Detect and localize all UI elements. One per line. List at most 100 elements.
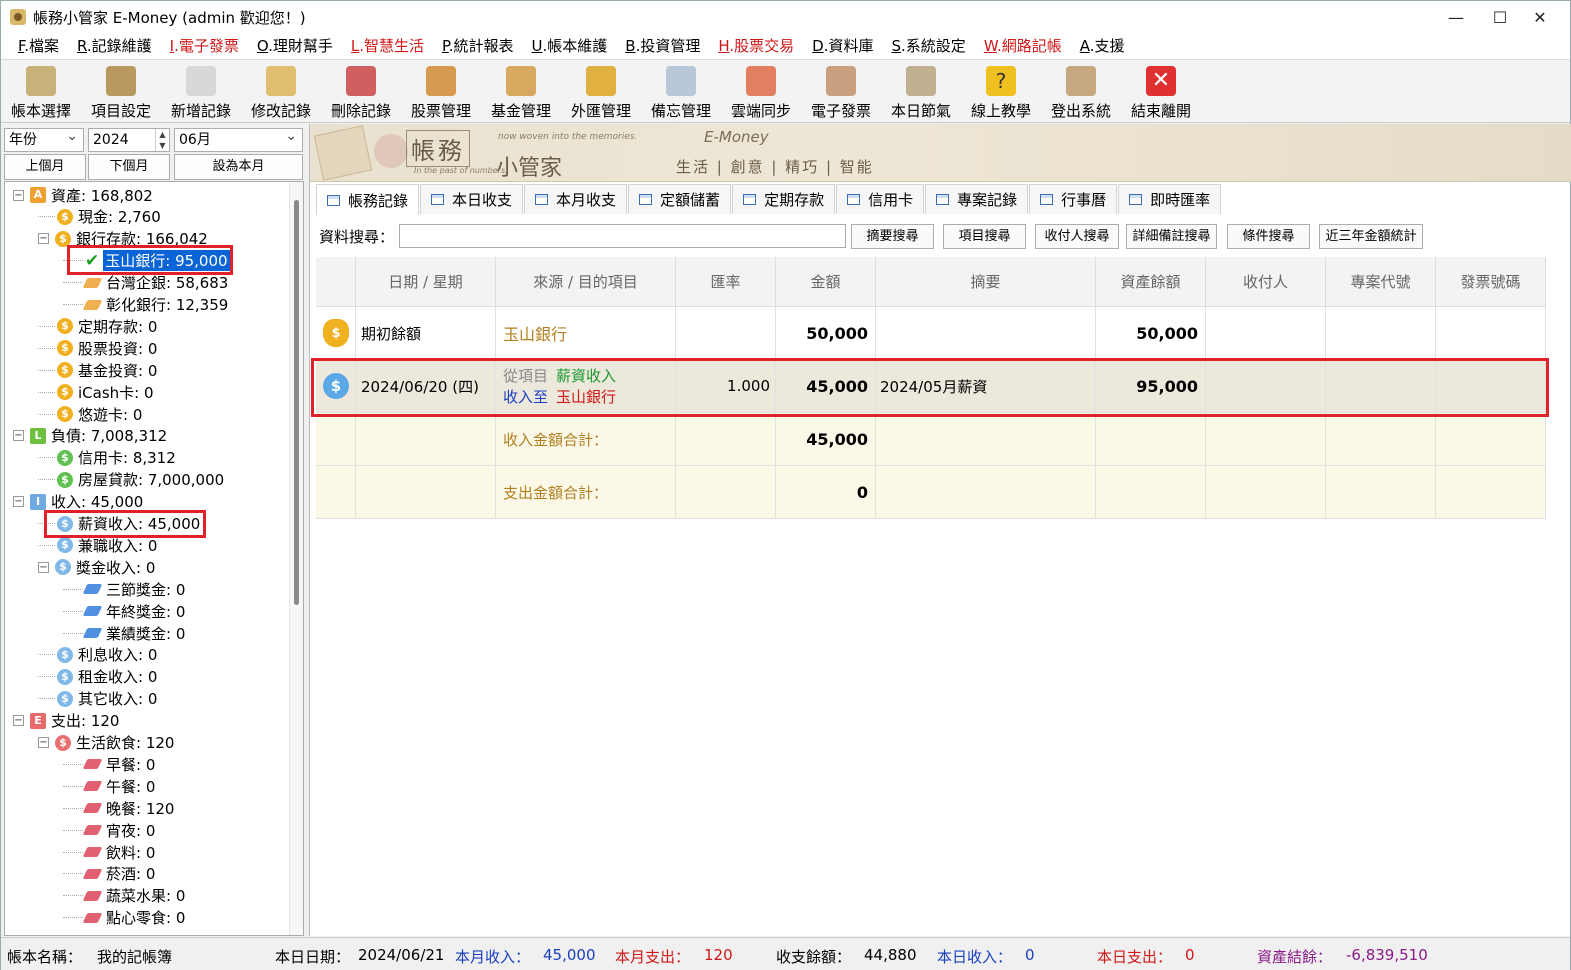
total-row-cell[interactable] xyxy=(876,466,1096,519)
record-row-cell[interactable]: 45,000 xyxy=(776,360,876,413)
toolbar-button-3[interactable]: 修改記錄 xyxy=(241,60,321,124)
menu-item-7[interactable]: B.投資管理 xyxy=(616,33,709,59)
search-button-0[interactable]: 摘要搜尋 xyxy=(851,224,934,249)
toolbar-button-13[interactable]: 登出系統 xyxy=(1041,60,1121,124)
tree-scroll-thumb[interactable] xyxy=(294,200,299,605)
search-button-2[interactable]: 收付人搜尋 xyxy=(1035,224,1119,249)
search-input[interactable] xyxy=(399,224,846,248)
year-stepper[interactable]: 2024 ▲ ▼ xyxy=(88,128,170,152)
tree-node[interactable]: ✔ 玉山銀行: 95,000 xyxy=(63,250,230,272)
search-button-1[interactable]: 項目搜尋 xyxy=(943,224,1026,249)
total-row-cell[interactable] xyxy=(676,466,776,519)
tree-node[interactable]: $ 利息收入: 0 xyxy=(38,644,157,666)
opening-row-cell[interactable]: 期初餘額 xyxy=(356,307,496,360)
tree-node[interactable]: 飲料: 0 xyxy=(63,841,155,863)
opening-row-cell[interactable] xyxy=(1326,307,1436,360)
tree-node[interactable]: $ 兼職收入: 0 xyxy=(38,534,157,556)
record-row-cell[interactable] xyxy=(1436,360,1546,413)
record-row-cell[interactable]: 95,000 xyxy=(1096,360,1206,413)
toolbar-button-0[interactable]: 帳本選擇 xyxy=(1,60,81,124)
record-row-cell[interactable]: 1.000 xyxy=(676,360,776,413)
tree-node[interactable]: 年終獎金: 0 xyxy=(63,600,185,622)
close-icon[interactable]: ✕ xyxy=(1517,1,1563,33)
tree-node[interactable]: − L 負債: 7,008,312 xyxy=(13,425,167,447)
total-row-cell[interactable] xyxy=(1096,413,1206,466)
tab-0[interactable]: 帳務記錄 xyxy=(316,184,420,215)
total-row-cell[interactable] xyxy=(1326,413,1436,466)
tree-node[interactable]: 菸酒: 0 xyxy=(63,863,155,885)
tree-node[interactable]: 宵夜: 0 xyxy=(63,819,155,841)
opening-row-cell[interactable]: $ xyxy=(316,307,356,360)
total-row-cell[interactable]: 支出金額合計： xyxy=(496,466,676,519)
toolbar-button-1[interactable]: 項目設定 xyxy=(81,60,161,124)
tree-scrollbar[interactable] xyxy=(289,182,303,935)
tree-node[interactable]: − $ 銀行存款: 166,042 xyxy=(38,228,208,250)
tree-node[interactable]: 午餐: 0 xyxy=(63,775,155,797)
total-row-cell[interactable] xyxy=(1096,466,1206,519)
toolbar-button-14[interactable]: ✕ 結束離開 xyxy=(1121,60,1201,124)
total-row-cell[interactable] xyxy=(1326,466,1436,519)
tab-3[interactable]: 定額儲蓄 xyxy=(628,184,732,214)
tree-node[interactable]: $ 房屋貸款: 7,000,000 xyxy=(38,469,224,491)
tree-node[interactable]: $ 其它收入: 0 xyxy=(38,688,157,710)
tree-node[interactable]: 蔬菜水果: 0 xyxy=(63,885,185,907)
column-header[interactable]: 資產餘額 xyxy=(1096,257,1206,307)
account-tree[interactable]: − A 資產: 168,802 $ 現金: 2,760− $ 銀行存款: 166,042 ✔ 玉… xyxy=(4,181,304,936)
tree-node[interactable]: $ iCash卡: 0 xyxy=(38,381,154,403)
collapse-icon[interactable]: − xyxy=(38,561,49,573)
total-row-cell[interactable]: 45,000 xyxy=(776,413,876,466)
tree-node[interactable]: $ 悠遊卡: 0 xyxy=(38,403,142,425)
column-header[interactable]: 金額 xyxy=(776,257,876,307)
tab-2[interactable]: 本月收支 xyxy=(524,184,628,214)
tree-node[interactable]: $ 租金收入: 0 xyxy=(38,666,157,688)
toolbar-button-6[interactable]: 基金管理 xyxy=(481,60,561,124)
column-header[interactable]: 發票號碼 xyxy=(1436,257,1546,307)
tree-node[interactable]: 晚餐: 120 xyxy=(63,797,174,819)
total-row-cell[interactable] xyxy=(316,413,356,466)
year-type-select[interactable]: 年份 xyxy=(4,125,84,152)
total-row-cell[interactable] xyxy=(1206,413,1326,466)
total-row-cell[interactable]: 0 xyxy=(776,466,876,519)
menu-item-6[interactable]: U.帳本維護 xyxy=(523,33,617,59)
toolbar-button-5[interactable]: 股票管理 xyxy=(401,60,481,124)
column-header[interactable]: 來源 / 目的項目 xyxy=(496,257,676,307)
toolbar-button-11[interactable]: 本日節氣 xyxy=(881,60,961,124)
total-row-cell[interactable] xyxy=(1206,466,1326,519)
record-row-cell[interactable]: 2024/05月薪資 xyxy=(876,360,1096,413)
record-row-cell[interactable] xyxy=(1326,360,1436,413)
tree-node[interactable]: $ 現金: 2,760 xyxy=(38,206,161,228)
opening-row-cell[interactable]: 玉山銀行 xyxy=(496,307,676,360)
total-row-cell[interactable] xyxy=(676,413,776,466)
tree-node[interactable]: $ 信用卡: 8,312 xyxy=(38,447,176,469)
tab-5[interactable]: 信用卡 xyxy=(836,184,925,214)
next-month-button[interactable]: 下個月 xyxy=(88,154,170,180)
toolbar-button-2[interactable]: 新增記錄 xyxy=(161,60,241,124)
search-button-3[interactable]: 詳細備註搜尋 xyxy=(1126,224,1217,249)
record-row-cell[interactable]: $ xyxy=(316,360,356,413)
opening-row-cell[interactable] xyxy=(1436,307,1546,360)
tree-node[interactable]: 三節獎金: 0 xyxy=(63,578,185,600)
collapse-icon[interactable]: − xyxy=(13,715,24,727)
opening-row-cell[interactable] xyxy=(676,307,776,360)
collapse-icon[interactable]: − xyxy=(38,233,49,245)
tree-node[interactable]: $ 薪資收入: 45,000 xyxy=(38,513,200,535)
menu-item-11[interactable]: W.網路記帳 xyxy=(975,33,1071,59)
tab-4[interactable]: 定期存款 xyxy=(732,184,836,214)
collapse-icon[interactable]: − xyxy=(13,189,24,201)
tree-node[interactable]: 點心零食: 0 xyxy=(63,907,185,929)
minimize-icon[interactable]: — xyxy=(1433,1,1479,33)
tab-1[interactable]: 本日收支 xyxy=(420,184,524,214)
prev-month-button[interactable]: 上個月 xyxy=(4,154,86,180)
record-row-cell[interactable]: 2024/06/20 (四) xyxy=(356,360,496,413)
tree-node[interactable]: 台灣企銀: 58,683 xyxy=(63,272,228,294)
column-header[interactable]: 摘要 xyxy=(876,257,1096,307)
tree-node[interactable]: $ 基金投資: 0 xyxy=(38,359,157,381)
menu-item-1[interactable]: R.記錄維護 xyxy=(68,33,161,59)
column-header[interactable]: 專案代號 xyxy=(1326,257,1436,307)
toolbar-button-9[interactable]: 雲端同步 xyxy=(721,60,801,124)
menu-item-3[interactable]: O.理財幫手 xyxy=(248,33,342,59)
menu-item-8[interactable]: H.股票交易 xyxy=(709,33,803,59)
tree-node[interactable]: 業績獎金: 0 xyxy=(63,622,185,644)
tab-8[interactable]: 即時匯率 xyxy=(1118,184,1222,214)
total-row-cell[interactable] xyxy=(876,413,1096,466)
